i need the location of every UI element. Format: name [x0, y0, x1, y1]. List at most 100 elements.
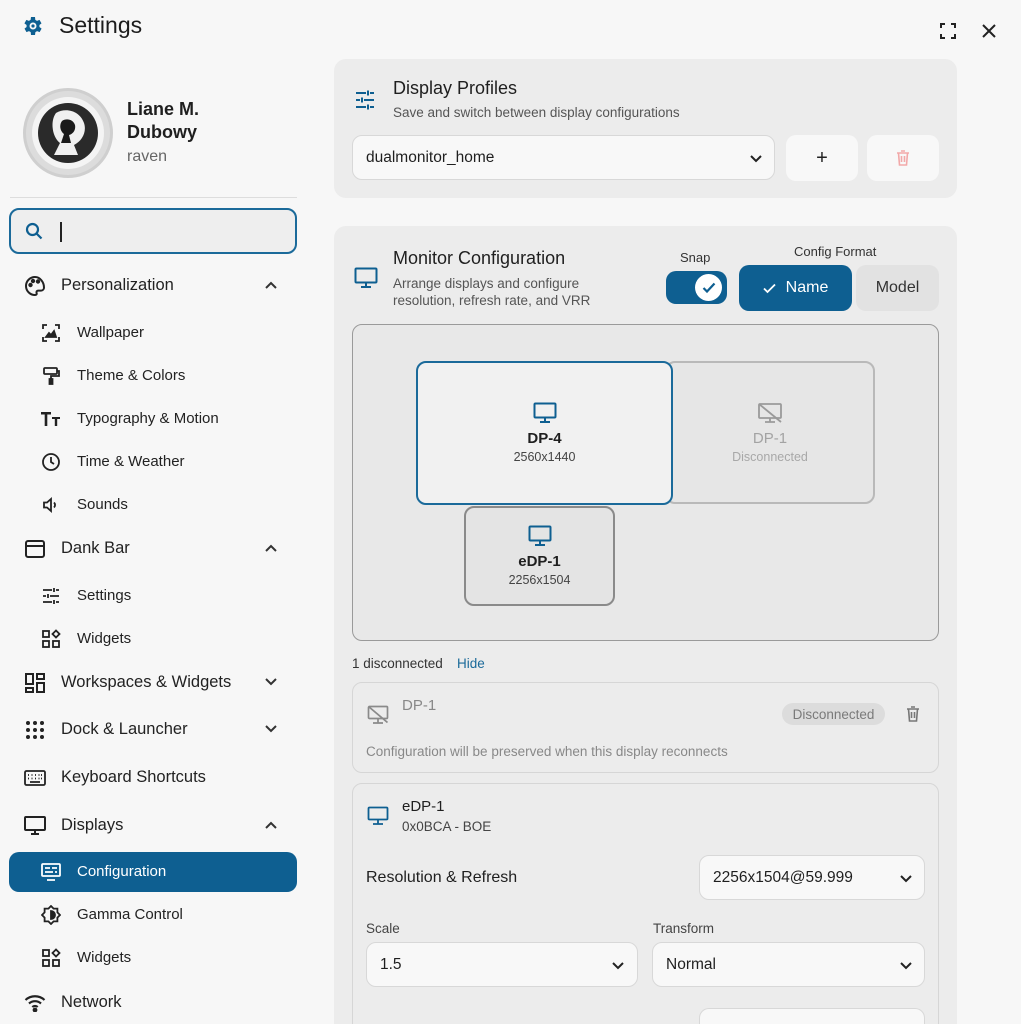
add-profile-button[interactable]: +	[786, 135, 858, 181]
widgets-icon	[39, 947, 63, 969]
sidebar-item-label: Gamma Control	[77, 906, 183, 923]
check-icon	[763, 283, 776, 294]
profile-select[interactable]: dualmonitor_home	[352, 135, 775, 180]
scale-select-value: 1.5	[380, 956, 402, 973]
monitor-icon	[533, 402, 557, 424]
resolution-select[interactable]: 2256x1504@59.999	[699, 855, 925, 900]
disconnected-count: 1 disconnected	[352, 656, 443, 671]
scale-label: Scale	[366, 921, 400, 936]
display-name: eDP-1	[402, 798, 445, 815]
sidebar-item-label: Dock & Launcher	[61, 720, 188, 738]
scale-select[interactable]: 1.5	[366, 942, 638, 987]
sidebar-item-label: Displays	[61, 816, 124, 834]
text-cursor	[60, 222, 62, 242]
sidebar-item-label: Personalization	[61, 276, 174, 294]
widgets-icon	[39, 628, 63, 650]
sidebar-item-theme-colors[interactable]: Theme & Colors	[9, 356, 297, 396]
dashboard-icon	[23, 672, 47, 694]
chevron-up-icon	[264, 541, 278, 555]
monitor-edp-1[interactable]: eDP-1 2256x1504	[464, 506, 615, 606]
maximize-icon[interactable]	[937, 20, 959, 42]
chevron-down-icon	[749, 152, 763, 166]
sidebar-item-label: Sounds	[77, 496, 128, 513]
resolution-label: Resolution & Refresh	[366, 869, 518, 886]
sidebar-item-label: Typography & Motion	[77, 410, 219, 427]
search-input[interactable]	[57, 218, 277, 244]
monitor-name: DP-4	[527, 430, 562, 447]
monitor-dp-4[interactable]: DP-4 2560x1440	[416, 361, 673, 505]
toolbar-icon	[23, 538, 47, 560]
format-option-name[interactable]: Name	[739, 265, 852, 311]
monitor-name: eDP-1	[518, 553, 561, 570]
wifi-icon	[23, 992, 47, 1014]
toggle-knob	[695, 274, 722, 301]
sidebar-item-workspaces-widgets[interactable]: Workspaces & Widgets	[9, 663, 297, 703]
delete-profile-button[interactable]	[867, 135, 939, 181]
sidebar-item-dank-bar-settings[interactable]: Settings	[9, 576, 297, 616]
sidebar-item-gamma-control[interactable]: Gamma Control	[9, 895, 297, 935]
search-field[interactable]	[9, 208, 297, 254]
display-note: Configuration will be preserved when thi…	[366, 744, 728, 759]
clock-icon	[39, 451, 63, 473]
sidebar-item-displays-widgets[interactable]: Widgets	[9, 938, 297, 978]
sidebar-item-dank-bar-widgets[interactable]: Widgets	[9, 619, 297, 659]
config-format-label: Config Format	[794, 244, 877, 259]
sidebar-item-label: Widgets	[77, 630, 132, 647]
window-title: Settings	[59, 12, 143, 38]
chevron-down-icon	[264, 722, 278, 736]
sidebar-item-time-weather[interactable]: Time & Weather	[9, 442, 297, 482]
sidebar-item-sounds[interactable]: Sounds	[9, 485, 297, 525]
sidebar-item-network[interactable]: Network	[9, 983, 297, 1023]
snap-label: Snap	[680, 250, 711, 265]
trash-icon[interactable]	[906, 706, 920, 722]
sidebar-item-typography-motion[interactable]: Typography & Motion	[9, 399, 297, 439]
display-name: DP-1	[402, 697, 437, 714]
monitor-icon	[367, 806, 389, 826]
sidebar-item-wallpaper[interactable]: Wallpaper	[9, 313, 297, 353]
monitor-dp-1[interactable]: DP-1 Disconnected	[665, 361, 875, 504]
format-option-model[interactable]: Model	[856, 265, 939, 311]
hide-disconnected-link[interactable]: Hide	[457, 656, 485, 671]
apps-grid-icon	[23, 719, 47, 741]
resolution-select-value: 2256x1504@59.999	[713, 869, 853, 886]
sidebar-item-label: Configuration	[77, 863, 167, 880]
snap-toggle[interactable]	[666, 271, 727, 304]
monitor-resolution: 2560x1440	[513, 450, 576, 464]
monitor-icon	[528, 525, 552, 547]
chevron-down-icon	[264, 675, 278, 689]
close-icon[interactable]	[978, 20, 1000, 42]
sidebar-item-dock-launcher[interactable]: Dock & Launcher	[9, 710, 297, 750]
sidebar-item-label: Widgets	[77, 949, 132, 966]
chevron-down-icon	[899, 959, 913, 973]
sidebar-item-label: Network	[61, 993, 122, 1011]
sidebar-item-configuration[interactable]: Configuration	[9, 852, 297, 892]
transform-label: Transform	[653, 921, 715, 936]
card-title: Display Profiles	[393, 78, 518, 98]
avatar[interactable]	[23, 88, 113, 178]
sidebar-item-label: Wallpaper	[77, 324, 144, 341]
sidebar-item-keyboard-shortcuts[interactable]: Keyboard Shortcuts	[9, 758, 297, 798]
tune-icon	[354, 89, 376, 111]
chevron-down-icon	[899, 872, 913, 886]
sidebar-item-displays[interactable]: Displays	[9, 806, 297, 846]
chevron-up-icon	[264, 818, 278, 832]
transform-select[interactable]: Normal	[652, 942, 925, 987]
sidebar-item-dank-bar[interactable]: Dank Bar	[9, 529, 297, 569]
tune-icon	[39, 585, 63, 607]
sidebar-item-personalization[interactable]: Personalization	[9, 266, 297, 306]
divider	[10, 197, 297, 198]
title-bar: Settings	[0, 0, 1021, 52]
monitor-arrangement-canvas[interactable]: DP-1 Disconnected DP-4 2560x1440 eDP-1 2…	[352, 324, 939, 641]
format-option-label: Model	[875, 279, 920, 296]
monitor-icon	[354, 267, 378, 289]
speaker-icon	[39, 494, 63, 516]
monitor-icon	[23, 815, 47, 837]
monitor-name: DP-1	[752, 429, 788, 447]
monitor-off-icon	[757, 402, 783, 424]
card-subtitle: Arrange displays and configure	[393, 276, 580, 291]
sidebar-item-label: Settings	[77, 587, 132, 604]
sidebar-item-label: Time & Weather	[77, 453, 185, 470]
next-field-select[interactable]	[699, 1008, 925, 1024]
text-size-icon	[39, 408, 63, 430]
trash-icon	[896, 150, 910, 166]
